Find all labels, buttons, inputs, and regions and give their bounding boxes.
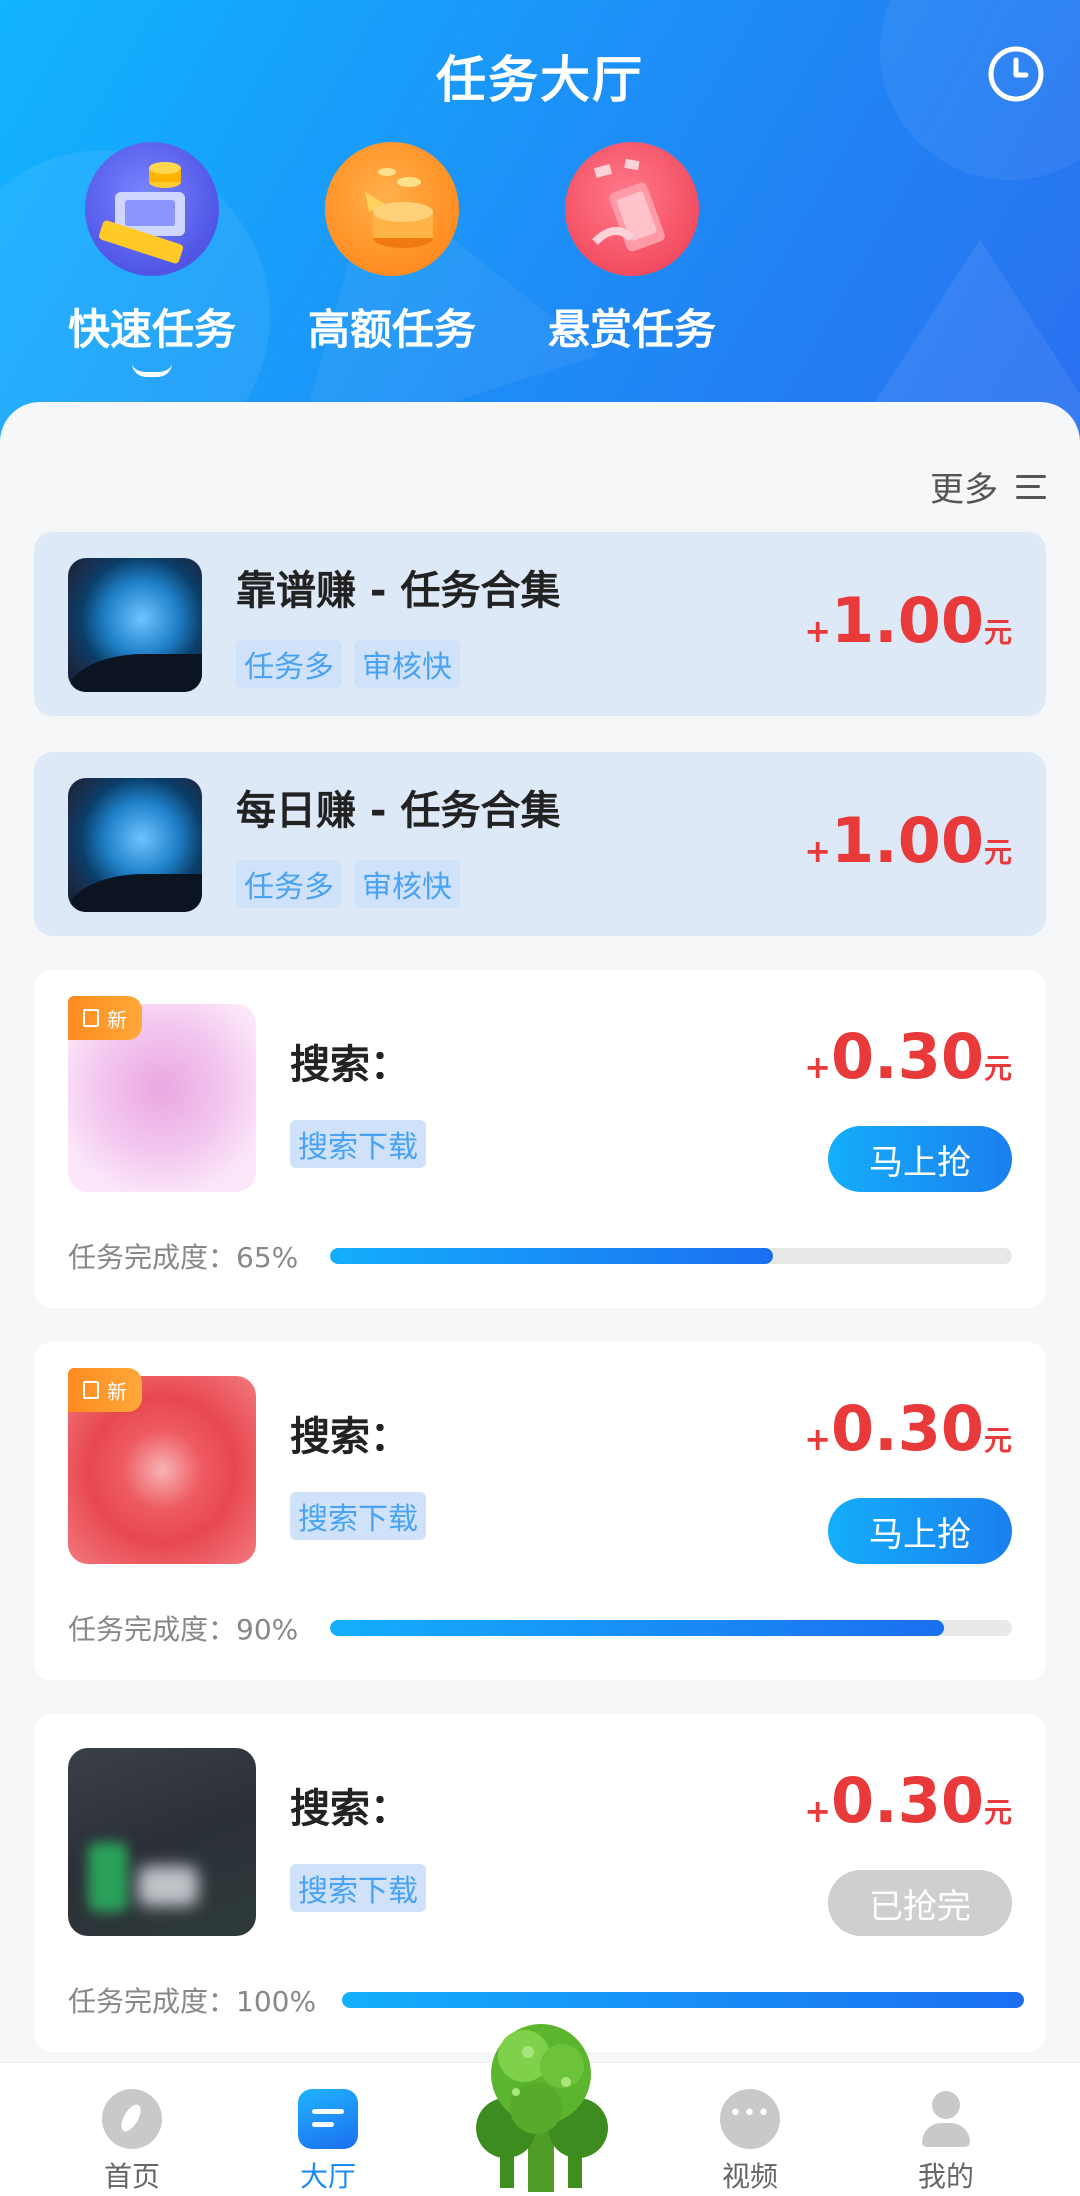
progress-label: 任务完成度：90% bbox=[68, 1613, 299, 1646]
nav-label: 我的 bbox=[917, 2160, 974, 2193]
task-card[interactable]: 新 搜索： 搜索下载 +0.30元 马上抢 任务完成度：90% bbox=[34, 1342, 1046, 1680]
grab-button[interactable]: 马上抢 bbox=[828, 1126, 1012, 1192]
phone-reward-icon bbox=[565, 142, 699, 276]
more-label: 更多 bbox=[930, 470, 998, 510]
clock-icon[interactable] bbox=[986, 44, 1046, 104]
hall-icon bbox=[298, 2089, 358, 2149]
task-card[interactable]: 新 搜索： 搜索下载 +0.30元 马上抢 任务完成度：65% bbox=[34, 970, 1046, 1308]
progress-bar bbox=[342, 1992, 1024, 2008]
tag-list: 搜索下载 bbox=[290, 1492, 426, 1540]
progress-fill bbox=[330, 1248, 774, 1264]
compass-icon bbox=[102, 2089, 162, 2149]
new-badge: 新 bbox=[68, 1368, 142, 1412]
task-title: 搜索： bbox=[290, 1042, 410, 1088]
featured-task-card[interactable]: 每日赚 - 任务合集 任务多 审核快 +1.00元 bbox=[34, 752, 1046, 936]
grab-button[interactable]: 马上抢 bbox=[828, 1498, 1012, 1564]
task-title: 搜索： bbox=[290, 1786, 410, 1832]
progress-fill bbox=[330, 1620, 944, 1636]
tab-label: 快速任务 bbox=[67, 305, 236, 354]
progress-label: 任务完成度：100% bbox=[68, 1985, 317, 2018]
tab-quick-tasks[interactable]: 快速任务 bbox=[42, 142, 262, 377]
globe-thumbnail bbox=[68, 778, 202, 912]
tab-label: 悬赏任务 bbox=[547, 305, 716, 354]
tag: 任务多 bbox=[236, 860, 342, 908]
nav-me[interactable]: 我的 bbox=[886, 2089, 1006, 2195]
tag: 审核快 bbox=[354, 860, 460, 908]
tag: 任务多 bbox=[236, 640, 342, 688]
bookmark-icon bbox=[83, 1381, 99, 1399]
nav-label: 大厅 bbox=[299, 2160, 356, 2193]
nav-home[interactable]: 首页 bbox=[72, 2089, 192, 2195]
tag: 审核快 bbox=[354, 640, 460, 688]
new-badge: 新 bbox=[68, 996, 142, 1040]
tree-icon[interactable] bbox=[466, 2012, 616, 2196]
menu-icon bbox=[1016, 474, 1046, 499]
bookmark-icon bbox=[83, 1009, 99, 1027]
featured-task-card[interactable]: 靠谱赚 - 任务合集 任务多 审核快 +1.00元 bbox=[34, 532, 1046, 716]
page-title: 任务大厅 bbox=[436, 51, 644, 109]
tag: 搜索下载 bbox=[290, 1120, 426, 1168]
task-title: 靠谱赚 - 任务合集 bbox=[236, 568, 561, 614]
task-title: 每日赚 - 任务合集 bbox=[236, 788, 561, 834]
nav-label: 视频 bbox=[721, 2160, 778, 2193]
task-title: 搜索： bbox=[290, 1414, 410, 1460]
tag-list: 任务多 审核快 bbox=[236, 860, 460, 908]
task-list-panel: 更多 靠谱赚 - 任务合集 任务多 审核快 +1.00元 每日赚 - 任务合集 … bbox=[0, 402, 1080, 2062]
tab-reward-tasks[interactable]: 悬赏任务 bbox=[522, 142, 742, 357]
tag: 搜索下载 bbox=[290, 1864, 426, 1912]
tab-high-value-tasks[interactable]: 高额任务 bbox=[282, 142, 502, 357]
more-button[interactable]: 更多 bbox=[930, 462, 1046, 511]
progress-fill bbox=[342, 1992, 1024, 2008]
tag-list: 搜索下载 bbox=[290, 1120, 426, 1168]
active-tab-indicator bbox=[132, 363, 172, 377]
nav-label: 首页 bbox=[103, 2160, 160, 2193]
tab-label: 高额任务 bbox=[307, 305, 476, 354]
tag-list: 搜索下载 bbox=[290, 1864, 426, 1912]
tag: 搜索下载 bbox=[290, 1492, 426, 1540]
reward-amount: +0.30元 bbox=[804, 1764, 1012, 1837]
reward-amount: +1.00元 bbox=[804, 804, 1012, 877]
task-card[interactable]: 搜索： 搜索下载 +0.30元 已抢完 任务完成度：100% bbox=[34, 1714, 1046, 2052]
app-thumbnail bbox=[68, 1748, 256, 1936]
reward-amount: +0.30元 bbox=[804, 1392, 1012, 1465]
sold-out-button[interactable]: 已抢完 bbox=[828, 1870, 1012, 1936]
progress-bar bbox=[330, 1620, 1012, 1636]
chat-bubble-icon bbox=[720, 2089, 780, 2149]
money-stack-icon bbox=[85, 142, 219, 276]
progress-bar bbox=[330, 1248, 1012, 1264]
reward-amount: +1.00元 bbox=[804, 584, 1012, 657]
progress-label: 任务完成度：65% bbox=[68, 1241, 299, 1274]
globe-thumbnail bbox=[68, 558, 202, 692]
nav-video[interactable]: 视频 bbox=[690, 2089, 810, 2195]
tag-list: 任务多 审核快 bbox=[236, 640, 460, 688]
nav-hall[interactable]: 大厅 bbox=[268, 2089, 388, 2195]
coins-icon bbox=[325, 142, 459, 276]
reward-amount: +0.30元 bbox=[804, 1020, 1012, 1093]
header: 任务大厅 快速任务 高额任务 悬赏任务 bbox=[0, 0, 1080, 440]
person-icon bbox=[916, 2089, 976, 2149]
